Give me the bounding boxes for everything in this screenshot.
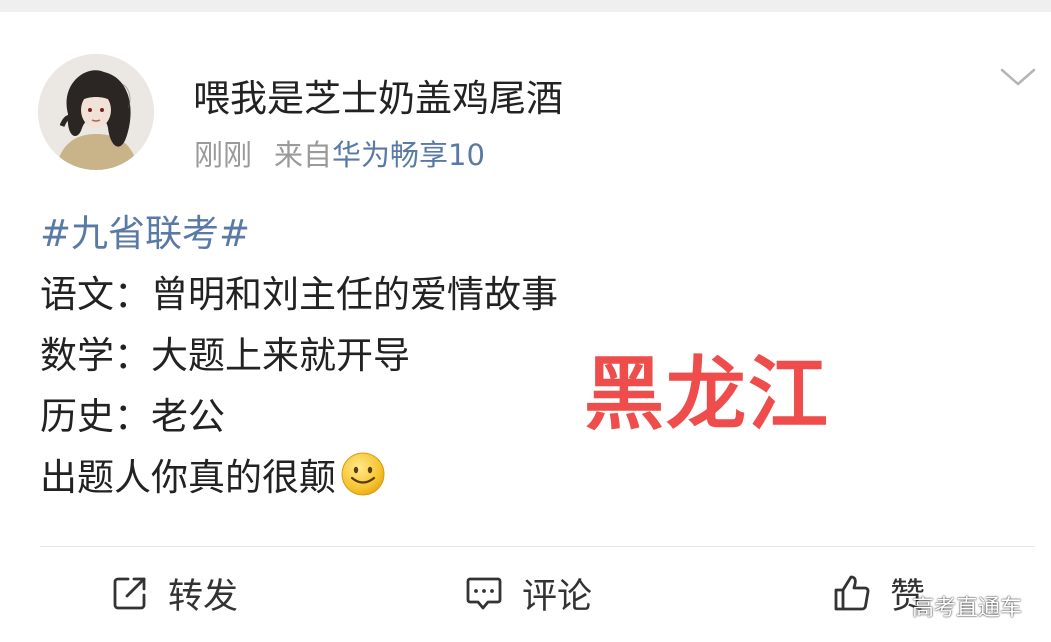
source-device-link[interactable]: 华为畅享10: [332, 138, 485, 172]
post-content: #九省联考# 语文：曾明和刘主任的爱情故事 数学：大题上来就开导 历史：老公 出…: [40, 203, 558, 508]
post-line: 历史：老公: [40, 395, 225, 438]
thumbs-up-icon: [832, 573, 872, 613]
comment-icon: [464, 573, 504, 613]
post-line: 出题人你真的很颠: [40, 456, 336, 499]
avatar[interactable]: [38, 54, 154, 170]
post-line: 数学：大题上来就开导: [40, 334, 410, 377]
comment-button[interactable]: 评论: [464, 568, 592, 618]
watermark: 高考直通车: [912, 596, 1023, 621]
repost-label: 转发: [168, 576, 239, 617]
post-meta: 刚刚 来自华为畅享10: [194, 132, 485, 174]
overlay-province-label: 黑龙江: [584, 348, 830, 441]
top-strip: [0, 0, 1051, 12]
post-time: 刚刚: [194, 138, 253, 172]
avatar-illustration-icon: [38, 54, 154, 170]
hashtag-link[interactable]: #九省联考#: [40, 212, 250, 255]
comment-label: 评论: [522, 576, 593, 617]
author-name[interactable]: 喂我是芝士奶盖鸡尾酒: [193, 68, 563, 122]
chevron-down-icon[interactable]: [998, 62, 1038, 92]
repost-button[interactable]: 转发: [110, 568, 238, 618]
repost-icon: [110, 573, 150, 613]
post-line: 语文：曾明和刘主任的爱情故事: [40, 273, 558, 316]
source-prefix: 来自: [274, 138, 333, 172]
smile-emoji-icon: [340, 451, 386, 497]
divider: [40, 546, 1035, 547]
